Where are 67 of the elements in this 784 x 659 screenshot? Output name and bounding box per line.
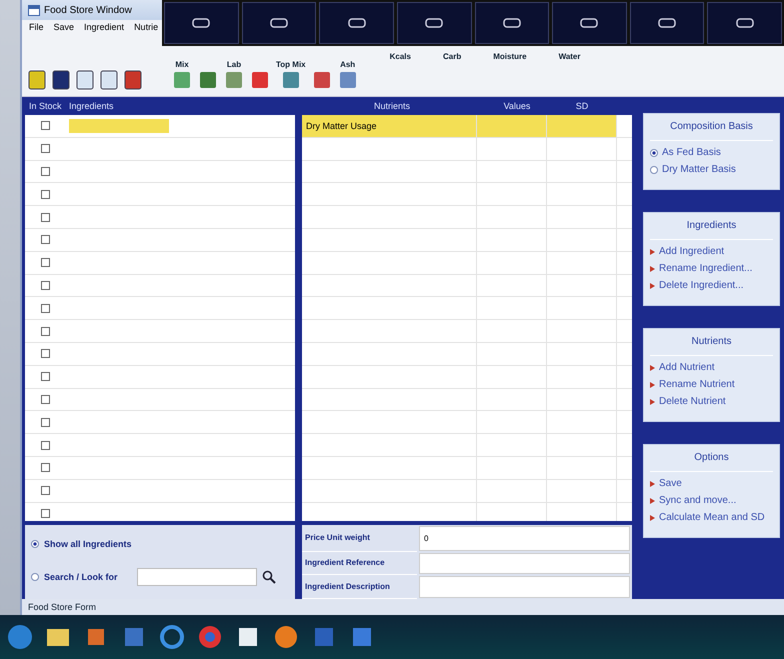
radio-option[interactable]: As Fed Basis xyxy=(650,147,773,158)
radio-option[interactable]: Search / Look for xyxy=(31,572,118,582)
column-header: In Stock xyxy=(28,101,63,111)
action-link[interactable]: Save xyxy=(650,478,682,489)
menu-item[interactable]: Nutrie xyxy=(133,22,160,32)
checkbox[interactable] xyxy=(41,121,50,130)
search-icon[interactable] xyxy=(262,570,276,584)
input-field[interactable]: 0 xyxy=(419,526,630,551)
toolbar-label: Carb xyxy=(442,52,462,61)
field-label: Price Unit weight xyxy=(302,525,417,552)
table-cell[interactable] xyxy=(69,118,169,133)
checkbox[interactable] xyxy=(41,486,50,496)
window-icon xyxy=(28,4,40,16)
checkbox[interactable] xyxy=(41,372,50,382)
toolbar-label: Water xyxy=(558,52,580,61)
radio-option[interactable]: Show all Ingredients xyxy=(31,538,132,548)
action-link[interactable]: Delete Nutrient xyxy=(650,396,726,407)
toolbar-label: Lab xyxy=(226,60,242,69)
panel-title: Options xyxy=(650,449,773,472)
input-field[interactable] xyxy=(419,576,630,598)
checkbox[interactable] xyxy=(41,144,50,154)
status-bar: Food Store Form xyxy=(22,599,784,615)
checkbox[interactable] xyxy=(41,190,50,199)
menu-item[interactable]: File xyxy=(28,22,45,32)
toolbar-label: Kcals xyxy=(390,52,411,61)
checkbox[interactable] xyxy=(41,326,50,336)
panel-title: Composition Basis xyxy=(650,118,773,141)
checkbox[interactable] xyxy=(41,258,50,268)
checkbox[interactable] xyxy=(41,349,50,358)
panel-title: Ingredients xyxy=(650,217,773,240)
checkbox[interactable] xyxy=(41,235,50,244)
column-header: Ingredients xyxy=(69,101,114,111)
radio-option[interactable]: Dry Matter Basis xyxy=(650,164,773,175)
menu-item[interactable]: Save xyxy=(52,22,76,32)
checkbox[interactable] xyxy=(41,440,50,450)
toolbar-label: Moisture xyxy=(493,52,527,61)
action-link[interactable]: Calculate Mean and SD xyxy=(650,512,765,523)
window-title: Food Store Window xyxy=(44,4,132,16)
column-header: Nutrients xyxy=(372,101,411,111)
panel-title: Nutrients xyxy=(650,333,773,356)
checkbox[interactable] xyxy=(41,394,50,404)
action-link[interactable]: Rename Ingredient... xyxy=(650,263,752,274)
toolbar-label: Ash xyxy=(340,60,356,69)
checkbox[interactable] xyxy=(41,508,50,518)
table-cell[interactable] xyxy=(477,115,547,137)
action-link[interactable]: Delete Ingredient... xyxy=(650,280,744,291)
action-link[interactable]: Rename Nutrient xyxy=(650,379,735,390)
action-link[interactable]: Add Nutrient xyxy=(650,362,715,373)
toolbar-label: Top Mix xyxy=(276,60,306,69)
action-link[interactable]: Sync and move... xyxy=(650,495,736,506)
checkbox[interactable] xyxy=(41,280,50,290)
column-header: Values xyxy=(502,101,532,111)
search-field[interactable] xyxy=(136,568,257,586)
column-header: SD xyxy=(574,101,590,111)
field-label: Ingredient Reference xyxy=(302,552,417,576)
checkbox[interactable] xyxy=(41,304,50,313)
table-cell[interactable] xyxy=(547,115,617,137)
checkbox[interactable] xyxy=(41,418,50,427)
toolbar-label: Mix xyxy=(175,60,189,69)
table-cell[interactable]: Dry Matter Usage xyxy=(302,115,477,137)
menu-item[interactable]: Ingredient xyxy=(83,22,126,32)
action-link[interactable]: Add Ingredient xyxy=(650,246,724,257)
input-field[interactable] xyxy=(419,552,630,574)
checkbox[interactable] xyxy=(41,463,50,472)
checkbox[interactable] xyxy=(41,212,50,222)
checkbox[interactable] xyxy=(41,166,50,176)
start-button[interactable] xyxy=(6,623,34,651)
